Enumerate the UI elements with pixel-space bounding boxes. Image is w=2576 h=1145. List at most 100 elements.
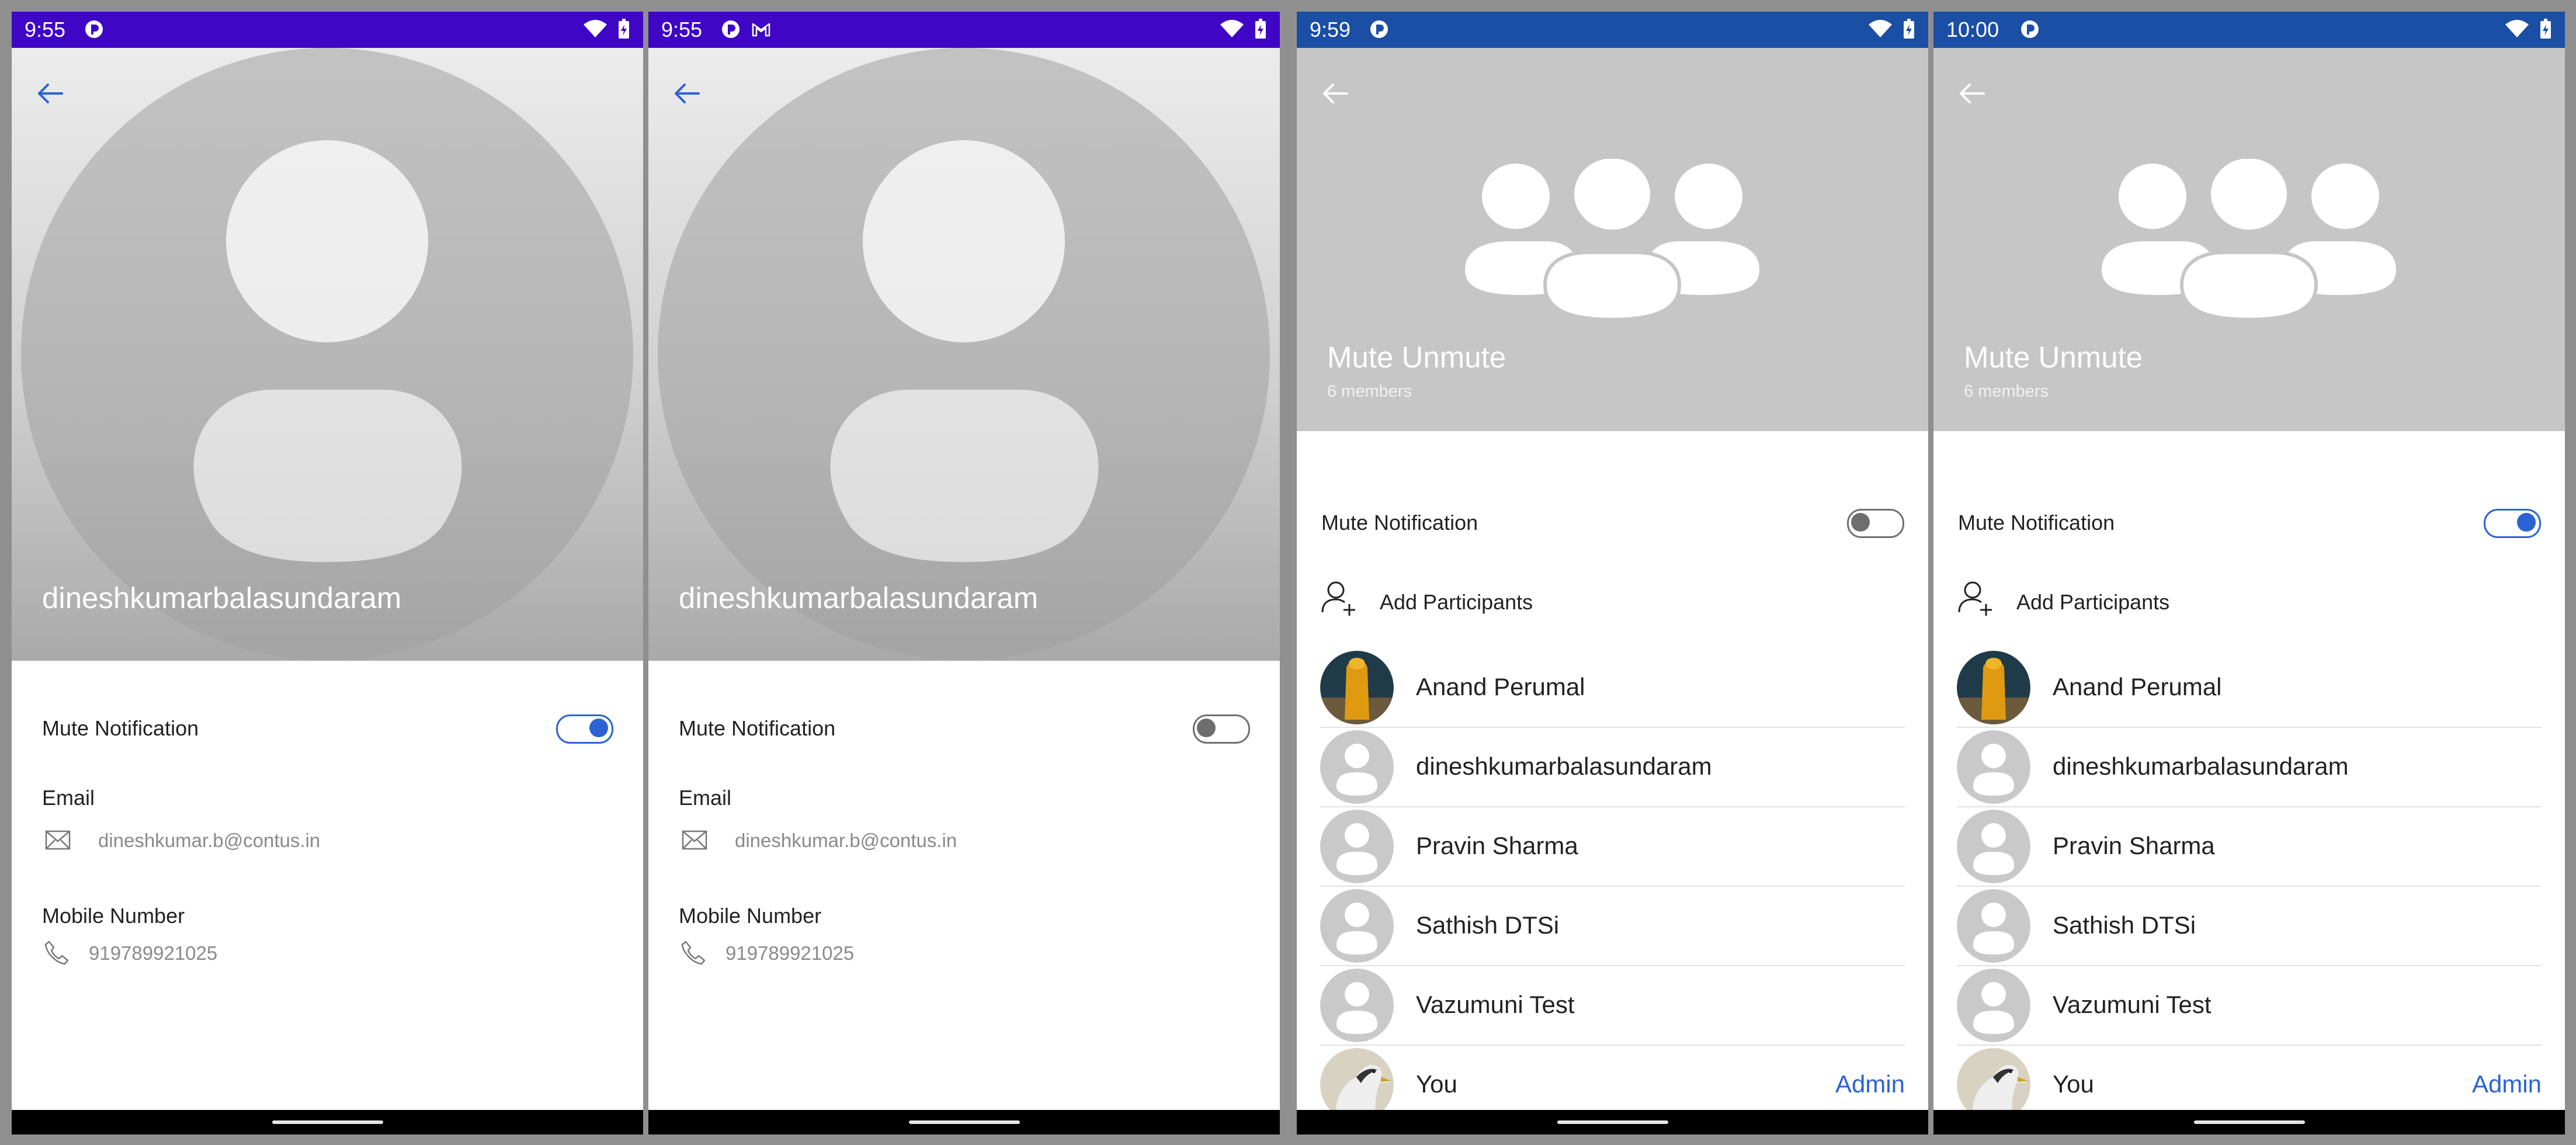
member-row[interactable]: dineshkumarbalasundaram bbox=[1957, 728, 2542, 807]
status-bar: 9:55 bbox=[648, 12, 1280, 48]
mute-notification-toggle[interactable] bbox=[1193, 714, 1250, 744]
gesture-nav-bar bbox=[12, 1110, 643, 1134]
default-avatar-large bbox=[21, 48, 633, 660]
member-row[interactable]: Sathish DTSi bbox=[1957, 887, 2542, 966]
member-row[interactable]: Pravin Sharma bbox=[1957, 807, 2542, 887]
member-row[interactable]: Vazumuni Test bbox=[1957, 966, 2542, 1046]
group-header: Mute Unmute 6 members bbox=[1297, 48, 1928, 431]
back-arrow-icon[interactable] bbox=[34, 77, 67, 110]
mail-icon bbox=[45, 830, 71, 850]
wifi-battery-icon bbox=[2505, 19, 2551, 39]
wifi-battery-icon bbox=[1869, 19, 1914, 39]
back-arrow-icon[interactable] bbox=[671, 77, 703, 110]
mute-notification-label: Mute Notification bbox=[42, 716, 199, 740]
admin-badge: Admin bbox=[1835, 1070, 1905, 1098]
profile-header: dineshkumarbalasundaram bbox=[648, 48, 1280, 661]
member-name: dineshkumarbalasundaram bbox=[1416, 752, 1712, 780]
avatar-placeholder bbox=[1957, 969, 2030, 1042]
screen-contact-profile-1: 9:55 dineshkumarbalasundaram Mute Notifi… bbox=[12, 12, 643, 1134]
add-participants-label[interactable]: Add Participants bbox=[1380, 590, 1533, 615]
member-name: Anand Perumal bbox=[1416, 673, 1585, 700]
member-name: Anand Perumal bbox=[2053, 673, 2222, 700]
add-participants-label[interactable]: Add Participants bbox=[2016, 590, 2169, 615]
mute-notification-toggle[interactable] bbox=[556, 714, 613, 744]
home-handle[interactable] bbox=[272, 1120, 383, 1124]
member-name: You bbox=[2053, 1070, 2094, 1098]
avatar-placeholder bbox=[1320, 969, 1394, 1042]
admin-badge: Admin bbox=[2471, 1070, 2542, 1098]
email-label: Email bbox=[42, 786, 95, 810]
avatar-placeholder bbox=[1957, 730, 2030, 804]
member-row[interactable]: Pravin Sharma bbox=[1320, 807, 1905, 887]
group-name: Mute Unmute bbox=[1327, 341, 1506, 374]
add-participant-icon[interactable] bbox=[1957, 578, 1995, 617]
screen-contact-profile-2: 9:55 dineshkumarbalasundaram Mute Notifi… bbox=[648, 12, 1280, 1134]
member-name: Pravin Sharma bbox=[1416, 832, 1578, 859]
avatar-placeholder bbox=[1320, 810, 1394, 883]
mute-notification-label: Mute Notification bbox=[1321, 511, 1478, 535]
phone-icon bbox=[681, 941, 706, 965]
wifi-battery-icon bbox=[584, 19, 629, 39]
avatar-placeholder bbox=[1957, 889, 2030, 963]
member-name: You bbox=[1416, 1070, 1457, 1098]
avatar-placeholder bbox=[1320, 730, 1394, 804]
gesture-nav-bar bbox=[648, 1110, 1280, 1134]
mute-notification-label: Mute Notification bbox=[1958, 511, 2115, 535]
member-row[interactable]: Anand Perumal bbox=[1320, 648, 1905, 728]
mobile-value[interactable]: 919789921025 bbox=[89, 942, 217, 964]
status-bar: 9:59 bbox=[1297, 12, 1928, 48]
status-time: 9:55 bbox=[25, 18, 66, 41]
member-row[interactable]: Vazumuni Test bbox=[1320, 966, 1905, 1046]
gmail-icon bbox=[752, 23, 770, 37]
avatar-placeholder bbox=[1957, 810, 2030, 883]
member-row[interactable]: Sathish DTSi bbox=[1320, 887, 1905, 966]
avatar bbox=[1320, 651, 1394, 724]
mute-notification-toggle[interactable] bbox=[2484, 509, 2541, 538]
back-arrow-icon[interactable] bbox=[1956, 77, 1988, 110]
home-handle[interactable] bbox=[2193, 1120, 2305, 1124]
member-row[interactable]: dineshkumarbalasundaram bbox=[1320, 728, 1905, 807]
default-avatar-large bbox=[658, 48, 1270, 660]
group-member-count: 6 members bbox=[1964, 382, 2049, 401]
status-time: 9:59 bbox=[1310, 18, 1351, 41]
back-arrow-icon[interactable] bbox=[1319, 77, 1352, 110]
member-name: Sathish DTSi bbox=[2053, 911, 2196, 939]
status-time: 9:55 bbox=[661, 18, 703, 41]
gesture-nav-bar bbox=[1297, 1110, 1928, 1134]
mobile-label: Mobile Number bbox=[679, 904, 822, 928]
group-name: Mute Unmute bbox=[1964, 341, 2143, 374]
phone-icon bbox=[44, 941, 69, 965]
app-notification-icon bbox=[2021, 20, 2039, 38]
member-row[interactable]: Anand Perumal bbox=[1957, 648, 2542, 728]
email-label: Email bbox=[679, 786, 732, 810]
group-header: Mute Unmute 6 members bbox=[1933, 48, 2565, 431]
app-notification-icon bbox=[722, 20, 740, 38]
status-time: 10:00 bbox=[1946, 18, 1999, 41]
member-name: dineshkumarbalasundaram bbox=[2053, 752, 2349, 780]
mute-notification-toggle[interactable] bbox=[1847, 509, 1904, 538]
email-value[interactable]: dineshkumar.b@contus.in bbox=[735, 830, 957, 852]
status-bar: 9:55 bbox=[12, 12, 643, 48]
status-bar: 10:00 bbox=[1933, 12, 2565, 48]
wifi-battery-icon bbox=[1220, 19, 1266, 39]
member-name: Sathish DTSi bbox=[1416, 911, 1560, 939]
contact-name: dineshkumarbalasundaram bbox=[42, 581, 402, 615]
avatar-placeholder bbox=[1320, 889, 1394, 963]
email-value[interactable]: dineshkumar.b@contus.in bbox=[98, 830, 320, 852]
contact-name: dineshkumarbalasundaram bbox=[679, 581, 1039, 615]
app-notification-icon bbox=[85, 20, 103, 38]
home-handle[interactable] bbox=[908, 1120, 1020, 1124]
member-name: Pravin Sharma bbox=[2053, 832, 2215, 859]
group-avatar-icon bbox=[1463, 159, 1761, 322]
gesture-nav-bar bbox=[1933, 1110, 2565, 1134]
avatar bbox=[1957, 651, 2030, 724]
app-notification-icon bbox=[1370, 20, 1388, 38]
add-participant-icon[interactable] bbox=[1320, 578, 1359, 617]
mobile-value[interactable]: 919789921025 bbox=[725, 942, 854, 964]
group-member-count: 6 members bbox=[1327, 382, 1412, 401]
screen-group-info-2: 10:00 Mute Unmute 6 members Mute Notific… bbox=[1933, 12, 2565, 1134]
group-avatar-icon bbox=[2100, 159, 2398, 322]
profile-header: dineshkumarbalasundaram bbox=[12, 48, 643, 661]
mute-notification-label: Mute Notification bbox=[679, 716, 836, 740]
home-handle[interactable] bbox=[1557, 1120, 1668, 1124]
